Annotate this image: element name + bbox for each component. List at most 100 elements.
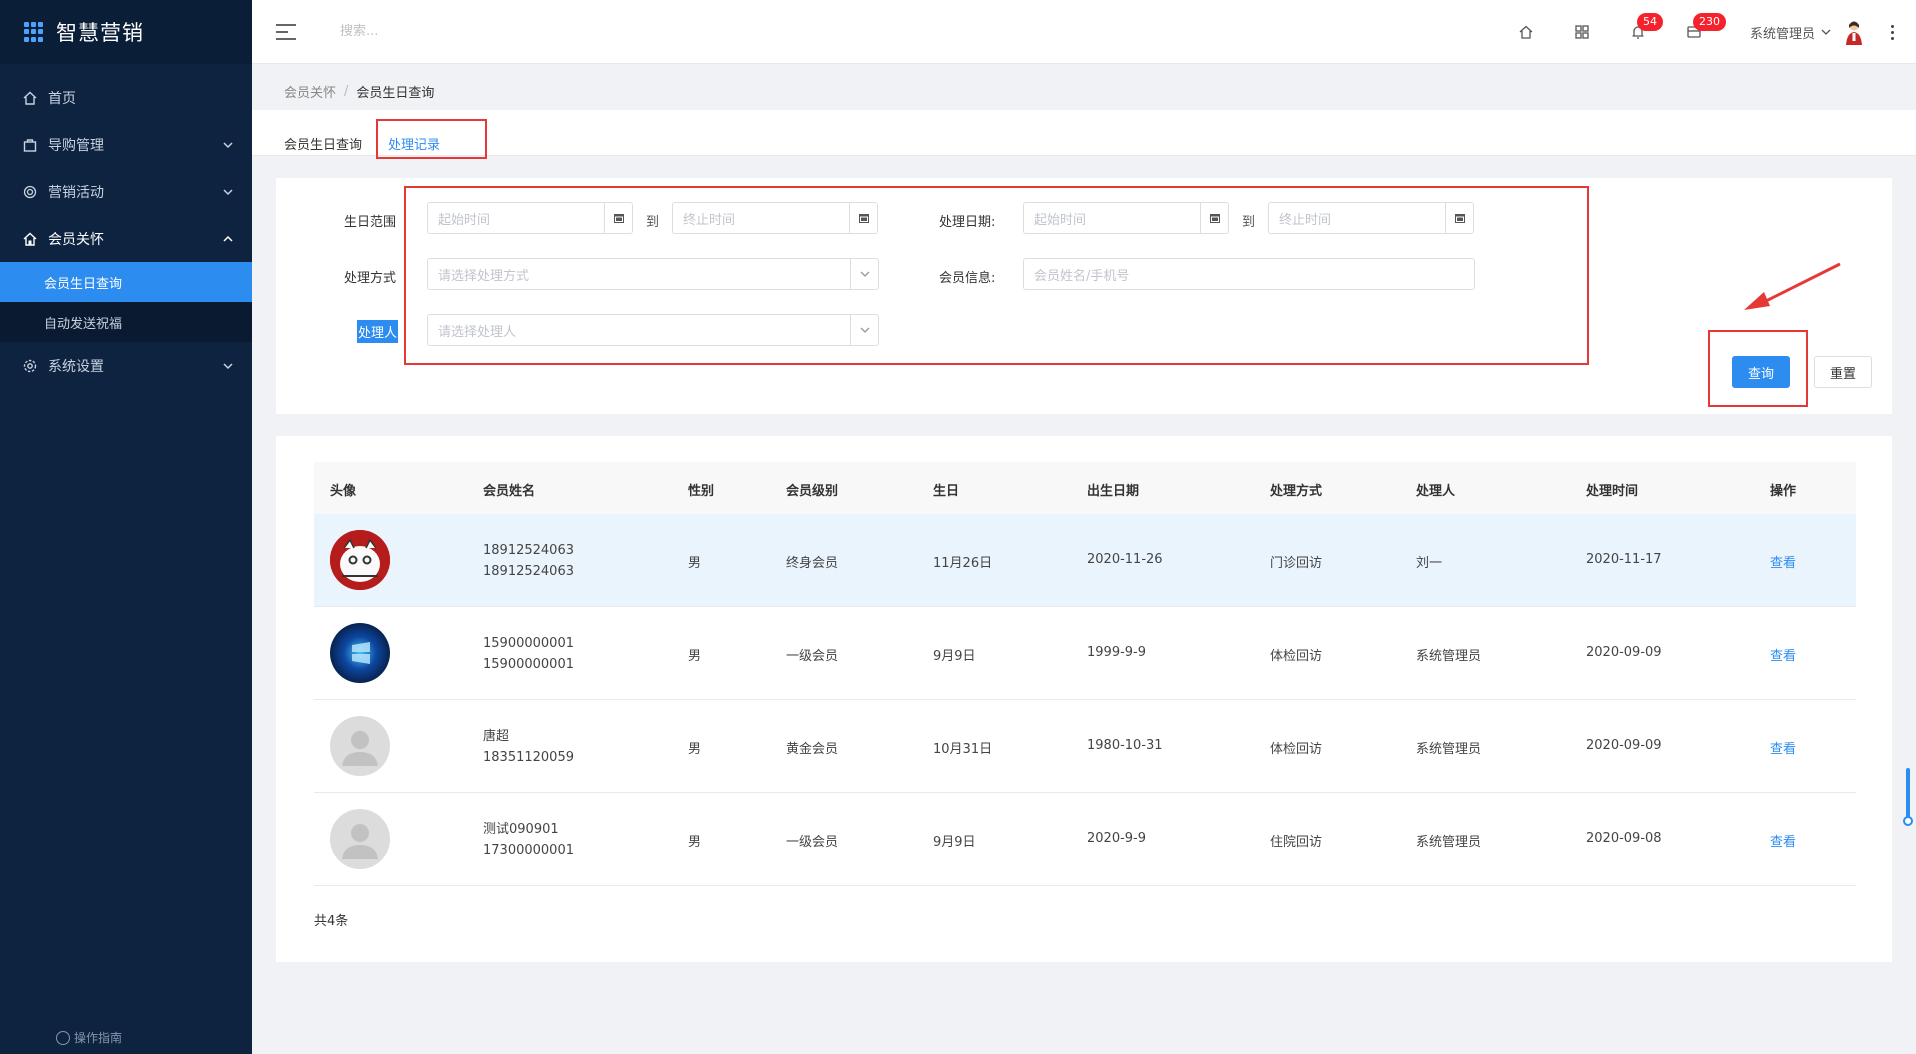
chevron-down-icon[interactable] [850, 315, 878, 345]
th-birth-date: 出生日期 [1087, 484, 1140, 499]
table-panel: 头像 会员姓名 性别 会员级别 生日 出生日期 处理方式 处理人 处理时间 操作… [276, 436, 1892, 962]
guide-link[interactable]: 操作指南 [56, 1029, 122, 1046]
message-icon[interactable]: 230 [1685, 13, 1726, 41]
gear-icon [22, 358, 38, 374]
handler-cell: 刘一 [1416, 556, 1443, 571]
target-icon [22, 184, 38, 200]
sidebar-item-label: 首页 [48, 90, 76, 107]
sidebar-item-member-care[interactable]: 会员关怀 [0, 215, 252, 262]
user-avatar[interactable] [1843, 19, 1865, 45]
apps-icon[interactable] [1573, 23, 1591, 41]
member-phone: 18912524063 [483, 564, 574, 579]
th-avatar: 头像 [330, 484, 357, 499]
more-options-icon[interactable] [1891, 24, 1894, 40]
sidebar-subitem-auto-greeting[interactable]: 自动发送祝福 [0, 302, 252, 342]
process-method-select[interactable]: 请选择处理方式 [427, 258, 879, 290]
notification-badge: 54 [1636, 13, 1663, 31]
member-name: 15900000001 [483, 636, 574, 651]
birthday-start-field[interactable]: 起始时间 [427, 202, 633, 234]
search-input[interactable] [340, 17, 540, 46]
header-actions: 54 230 系统管理员 [1498, 0, 1916, 64]
process-time-cell: 2020-11-17 [1586, 552, 1662, 567]
app-title: 智慧营销 [56, 21, 144, 45]
bell-icon[interactable]: 54 [1629, 13, 1663, 41]
breadcrumb-parent[interactable]: 会员关怀 [284, 82, 336, 101]
th-process-method: 处理方式 [1270, 484, 1323, 499]
filter-panel: 生日范围 起始时间 到 终止时间 处理日期: 起始时间 到 终止时间 处理方式 … [276, 178, 1892, 414]
tab-process-records[interactable]: 处理记录 [388, 134, 440, 153]
tab-birthday-query[interactable]: 会员生日查询 [284, 134, 362, 153]
birth-date-cell: 2020-9-9 [1087, 831, 1147, 846]
member-phone: 17300000001 [483, 843, 574, 858]
level-cell: 一级会员 [786, 649, 839, 664]
process-method-cell: 住院回访 [1270, 835, 1323, 850]
handler-cell: 系统管理员 [1416, 649, 1482, 664]
sidebar-item-label: 会员关怀 [48, 231, 104, 248]
calendar-icon[interactable] [1445, 203, 1473, 233]
reset-button[interactable]: 重置 [1814, 356, 1872, 388]
member-phone: 15900000001 [483, 657, 574, 672]
process-date-label: 处理日期: [939, 215, 996, 230]
calendar-icon[interactable] [849, 203, 877, 233]
member-info-input[interactable]: 会员姓名/手机号 [1023, 258, 1475, 290]
handler-select[interactable]: 请选择处理人 [427, 314, 879, 346]
process-method-cell: 门诊回访 [1270, 556, 1323, 571]
menu-toggle-icon[interactable] [276, 23, 296, 40]
view-link[interactable]: 查看 [1770, 738, 1796, 757]
to-label: 到 [646, 215, 660, 230]
birthday-end-field[interactable]: 终止时间 [672, 202, 878, 234]
top-header: 54 230 系统管理员 [252, 0, 1916, 64]
member-name-cell: 15900000001 15900000001 [483, 633, 574, 675]
sidebar-subitem-label: 会员生日查询 [44, 276, 123, 292]
table-row: 唐超 18351120059 男 黄金会员 10月31日 1980-10-31 … [314, 700, 1856, 793]
member-phone: 18351120059 [483, 750, 574, 765]
th-member-name: 会员姓名 [483, 484, 536, 499]
sidebar-item-settings[interactable]: 系统设置 [0, 342, 252, 389]
table-row: 测试090901 17300000001 男 一级会员 9月9日 2020-9-… [314, 793, 1856, 886]
birthday-range-label: 生日范围 [344, 215, 397, 230]
process-date-end-field[interactable]: 终止时间 [1268, 202, 1474, 234]
chevron-down-icon[interactable] [1821, 27, 1831, 37]
table-row: 18912524063 18912524063 男 终身会员 11月26日 20… [314, 514, 1856, 607]
view-link[interactable]: 查看 [1770, 552, 1796, 571]
breadcrumb-separator: / [344, 84, 349, 99]
process-time-cell: 2020-09-09 [1586, 738, 1662, 753]
process-time-cell: 2020-09-09 [1586, 645, 1662, 660]
th-handler: 处理人 [1416, 484, 1456, 499]
birthday-cell: 9月9日 [933, 835, 976, 850]
sidebar-subitem-birthday-query[interactable]: 会员生日查询 [0, 262, 252, 302]
user-name[interactable]: 系统管理员 [1750, 23, 1815, 42]
apps-grid-icon [24, 22, 44, 42]
level-cell: 黄金会员 [786, 742, 839, 757]
view-link[interactable]: 查看 [1770, 831, 1796, 850]
gender-cell: 男 [688, 835, 702, 850]
chevron-down-icon[interactable] [850, 259, 878, 289]
view-link[interactable]: 查看 [1770, 645, 1796, 664]
scrollbar-thumb[interactable] [1906, 768, 1910, 820]
query-button[interactable]: 查询 [1732, 356, 1790, 388]
th-level: 会员级别 [786, 484, 839, 499]
calendar-icon[interactable] [1200, 203, 1228, 233]
home-icon[interactable] [1517, 23, 1535, 41]
tabs-bar: 会员生日查询 处理记录 [252, 110, 1916, 156]
process-time-cell: 2020-09-08 [1586, 831, 1662, 846]
member-name-cell: 18912524063 18912524063 [483, 540, 574, 582]
sidebar: 智慧营销 首页 导购管理 营销活动 会员关怀 会员生日查询 自动发送祝福 系统设… [0, 0, 252, 1054]
sidebar-item-marketing[interactable]: 营销活动 [0, 168, 252, 215]
birth-date-cell: 1980-10-31 [1087, 738, 1163, 753]
sidebar-item-label: 系统设置 [48, 358, 104, 375]
gender-cell: 男 [688, 649, 702, 664]
level-cell: 一级会员 [786, 835, 839, 850]
sidebar-item-guide-management[interactable]: 导购管理 [0, 121, 252, 168]
scrollbar-handle[interactable] [1903, 816, 1913, 826]
process-date-start-field[interactable]: 起始时间 [1023, 202, 1229, 234]
member-avatar-windows [330, 623, 390, 683]
calendar-icon[interactable] [604, 203, 632, 233]
sidebar-item-home[interactable]: 首页 [0, 74, 252, 121]
birthday-cell: 11月26日 [933, 556, 993, 571]
member-name-cell: 唐超 18351120059 [483, 726, 574, 768]
breadcrumb-current: 会员生日查询 [356, 86, 435, 101]
process-method-cell: 体检回访 [1270, 742, 1323, 757]
sidebar-menu: 首页 导购管理 营销活动 会员关怀 会员生日查询 自动发送祝福 系统设置 [0, 64, 252, 389]
to-label: 到 [1242, 215, 1256, 230]
